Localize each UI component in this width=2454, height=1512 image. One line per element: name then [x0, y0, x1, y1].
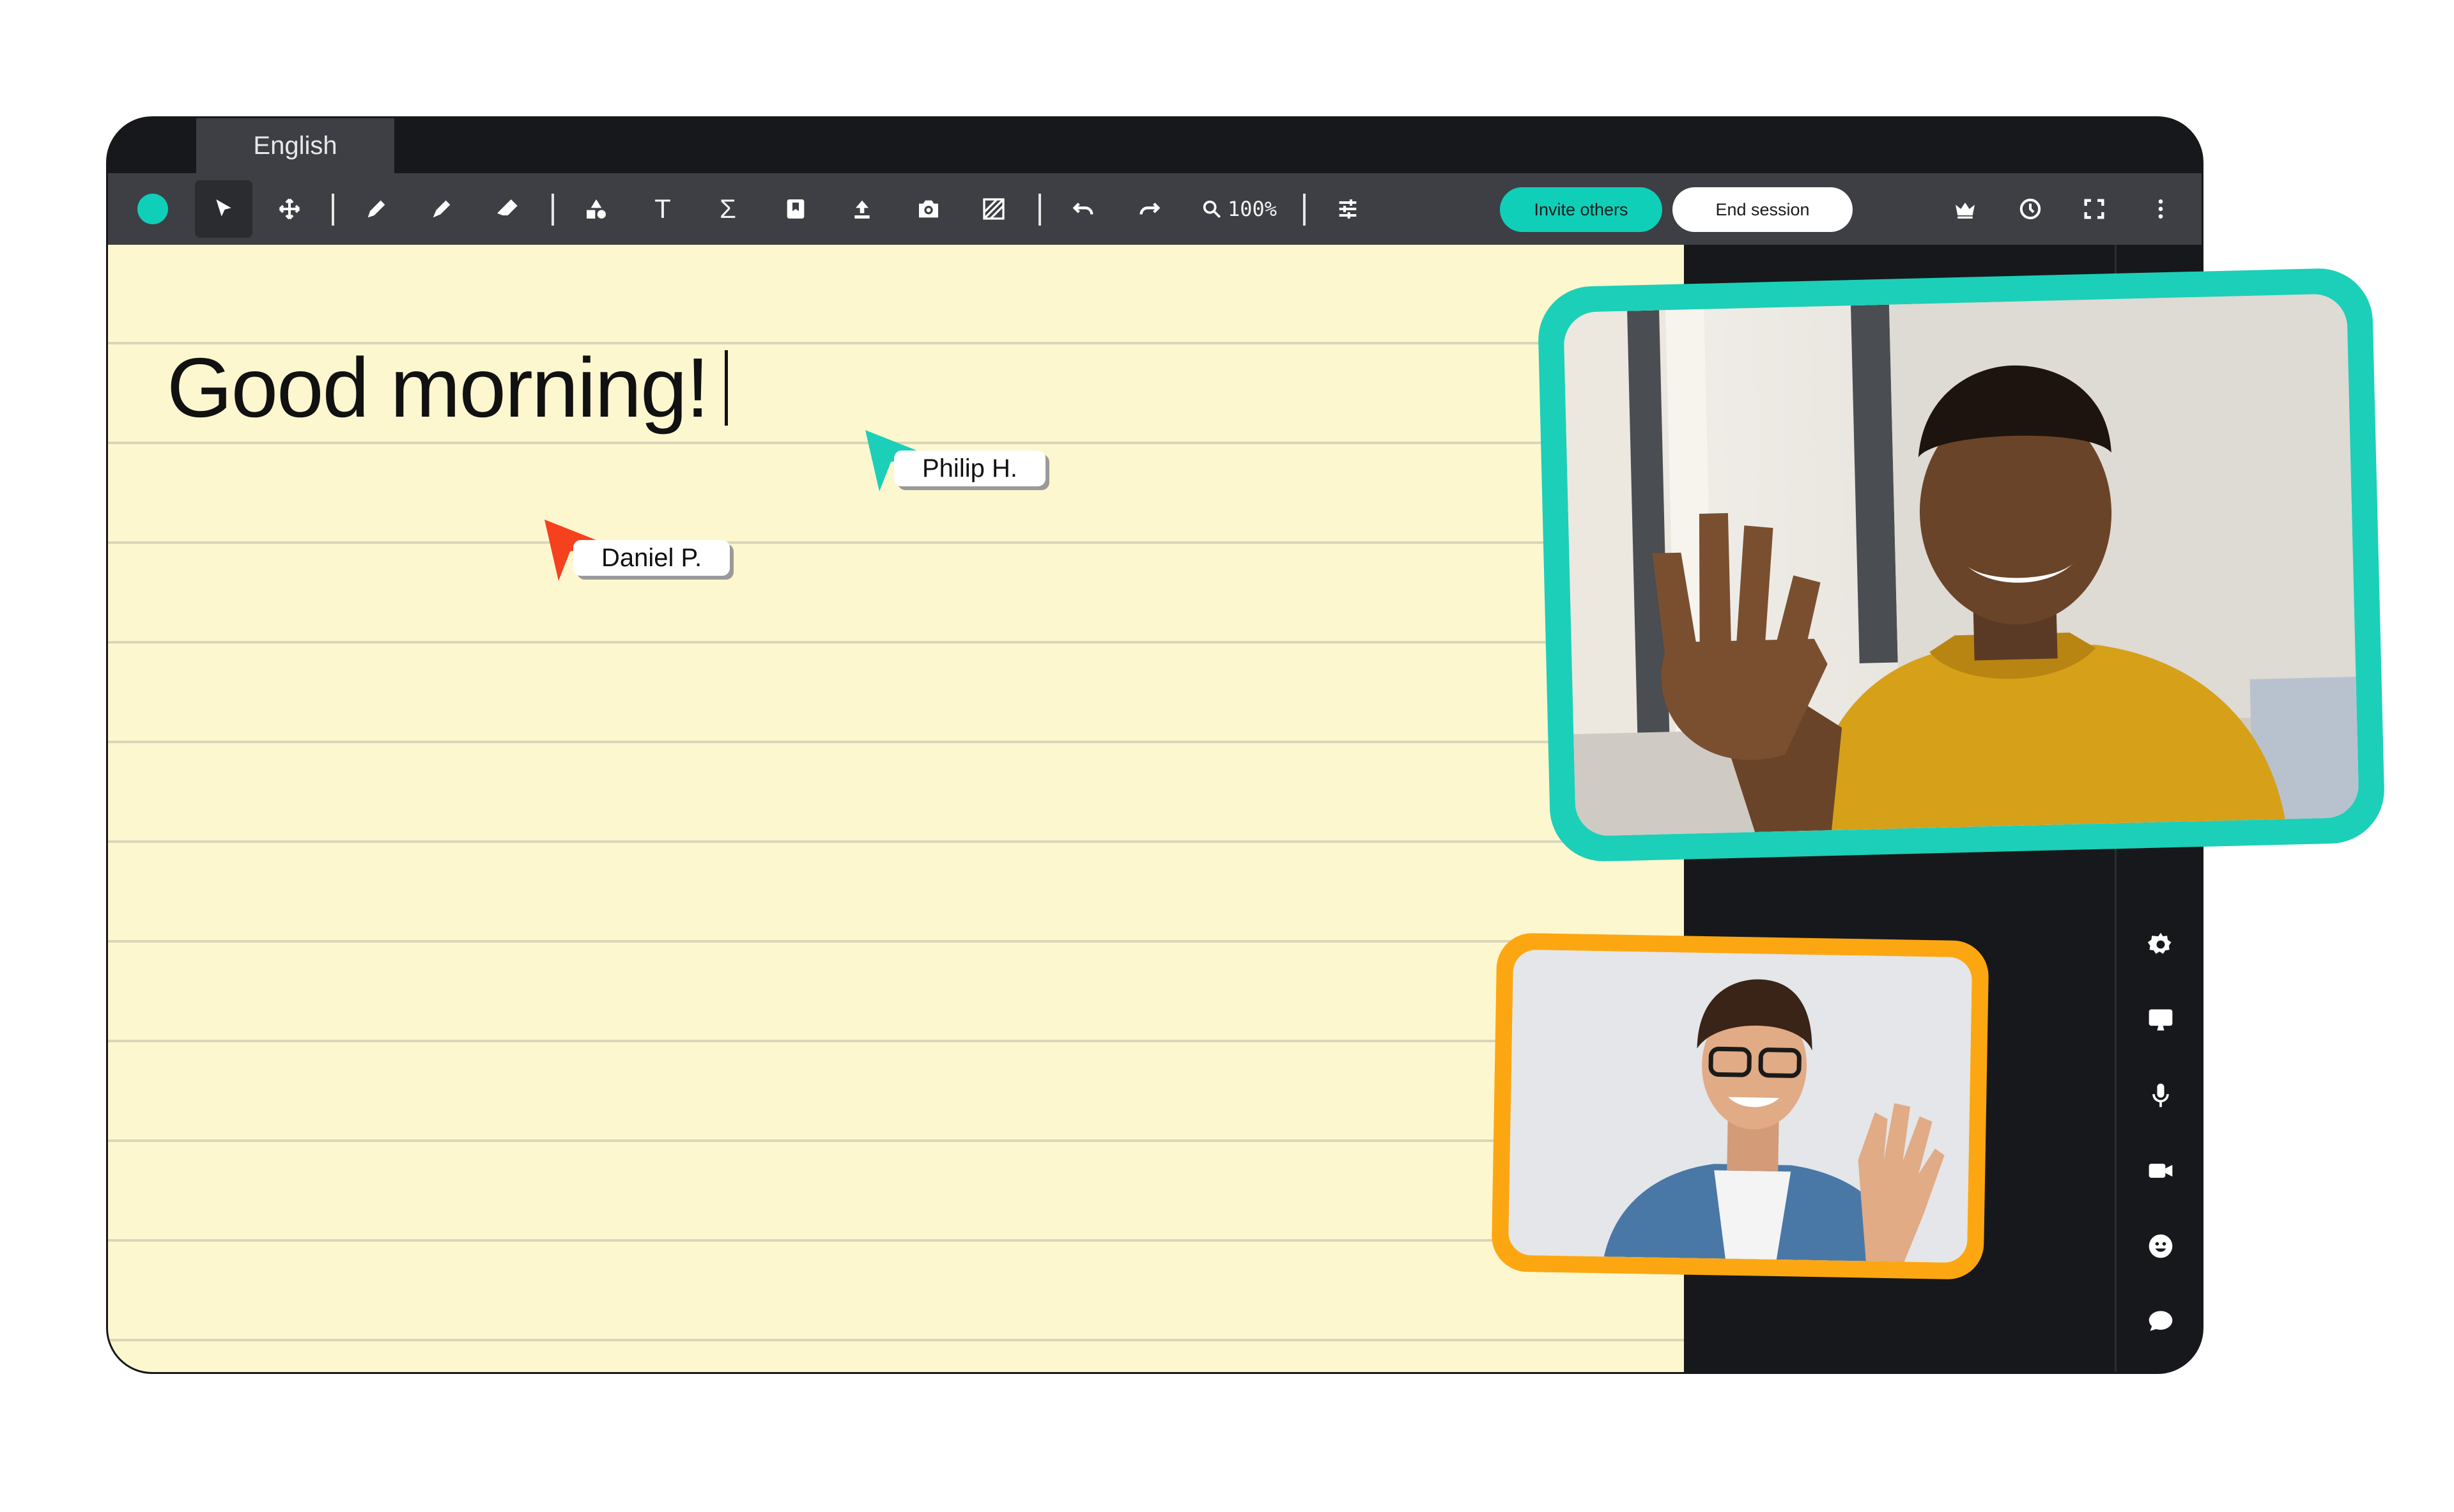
color-picker-button[interactable] — [130, 186, 176, 232]
marker-tool-button[interactable] — [419, 186, 465, 232]
chat-icon — [2149, 1311, 2173, 1331]
shapes-tool-button[interactable] — [573, 186, 619, 232]
select-tool-button[interactable] — [195, 180, 252, 238]
camera-icon — [919, 200, 938, 218]
shapes-icon — [587, 199, 606, 219]
text-t-icon: T — [654, 194, 671, 224]
whiteboard-canvas[interactable]: Good morning! Philip H. Daniel P. — [108, 245, 1684, 1372]
zoom-level: 100% — [1228, 197, 1277, 221]
clock-icon — [2019, 198, 2041, 220]
video-camera-icon — [2149, 1164, 2173, 1178]
more-vertical-icon — [2158, 199, 2163, 219]
move-arrows-icon — [279, 198, 300, 220]
sliders-icon — [1339, 199, 1357, 219]
emoji-icon — [2149, 1234, 2173, 1258]
sigma-icon: Σ — [720, 194, 736, 224]
cursor-label-daniel: Daniel P. — [573, 540, 730, 576]
undo-tool-button[interactable] — [1060, 186, 1106, 232]
microphone-icon — [2152, 1083, 2169, 1107]
zoom-control[interactable]: 100% — [1201, 186, 1277, 232]
participant-photo-large — [1563, 293, 2359, 837]
hatch-icon — [983, 198, 1005, 220]
microphone-button[interactable] — [2141, 1076, 2180, 1115]
marker-icon — [433, 200, 451, 218]
toolbar-separator — [1303, 194, 1306, 226]
screen-share-icon — [2149, 1009, 2173, 1031]
pen-tool-button[interactable] — [353, 186, 399, 232]
toolbar-separator — [1038, 194, 1041, 226]
arrow-pointer-icon — [216, 199, 231, 217]
search-icon — [1203, 200, 1221, 219]
fullscreen-icon — [2084, 199, 2104, 219]
undo-icon — [1072, 203, 1093, 215]
end-session-button[interactable]: End session — [1672, 187, 1853, 232]
toolbar-separator — [332, 194, 334, 226]
eraser-tool-button[interactable] — [484, 186, 530, 232]
more-options-button[interactable] — [2138, 186, 2184, 232]
background-tool-button[interactable] — [971, 186, 1017, 232]
history-button[interactable] — [2007, 186, 2053, 232]
fullscreen-button[interactable] — [2071, 186, 2117, 232]
camera-tool-button[interactable] — [906, 186, 952, 232]
text-caret — [725, 350, 729, 426]
invite-others-button[interactable]: Invite others — [1500, 187, 1662, 232]
upload-tool-button[interactable] — [839, 186, 885, 232]
bookmark-icon — [787, 199, 805, 219]
cursor-label-philip: Philip H. — [894, 451, 1046, 486]
video-feed-large — [1563, 293, 2359, 837]
toolbar-separator — [552, 194, 554, 226]
reactions-button[interactable] — [2141, 1226, 2180, 1266]
redo-icon — [1139, 203, 1161, 215]
eraser-icon — [497, 199, 518, 215]
math-tool-button[interactable]: Σ — [705, 186, 751, 232]
gear-icon — [2147, 932, 2172, 954]
redo-tool-button[interactable] — [1127, 186, 1173, 232]
canvas-heading[interactable]: Good morning! — [167, 339, 729, 436]
camera-button[interactable] — [2141, 1151, 2180, 1191]
crown-icon — [1956, 203, 1975, 219]
text-tool-button[interactable]: T — [640, 186, 686, 232]
heading-text: Good morning! — [167, 341, 709, 435]
bookmark-tool-button[interactable] — [773, 186, 819, 232]
pen-icon — [367, 200, 385, 218]
tab-english[interactable]: English — [196, 118, 394, 173]
video-feed-small — [1508, 949, 1973, 1263]
chat-button[interactable] — [2141, 1302, 2180, 1341]
move-tool-button[interactable] — [266, 186, 313, 232]
screen-share-button[interactable] — [2141, 1000, 2180, 1040]
participant-photo-small — [1508, 949, 1973, 1263]
settings-button[interactable] — [2141, 925, 2180, 964]
premium-button[interactable] — [1942, 186, 1988, 232]
settings-sliders-button[interactable] — [1325, 186, 1371, 232]
upload-icon — [854, 200, 870, 219]
color-dot-icon — [137, 194, 168, 224]
toolbar: T Σ 100% Invite others End session — [108, 173, 2202, 245]
video-tile-small[interactable] — [1491, 932, 1989, 1280]
video-tile-large[interactable] — [1537, 267, 2386, 863]
